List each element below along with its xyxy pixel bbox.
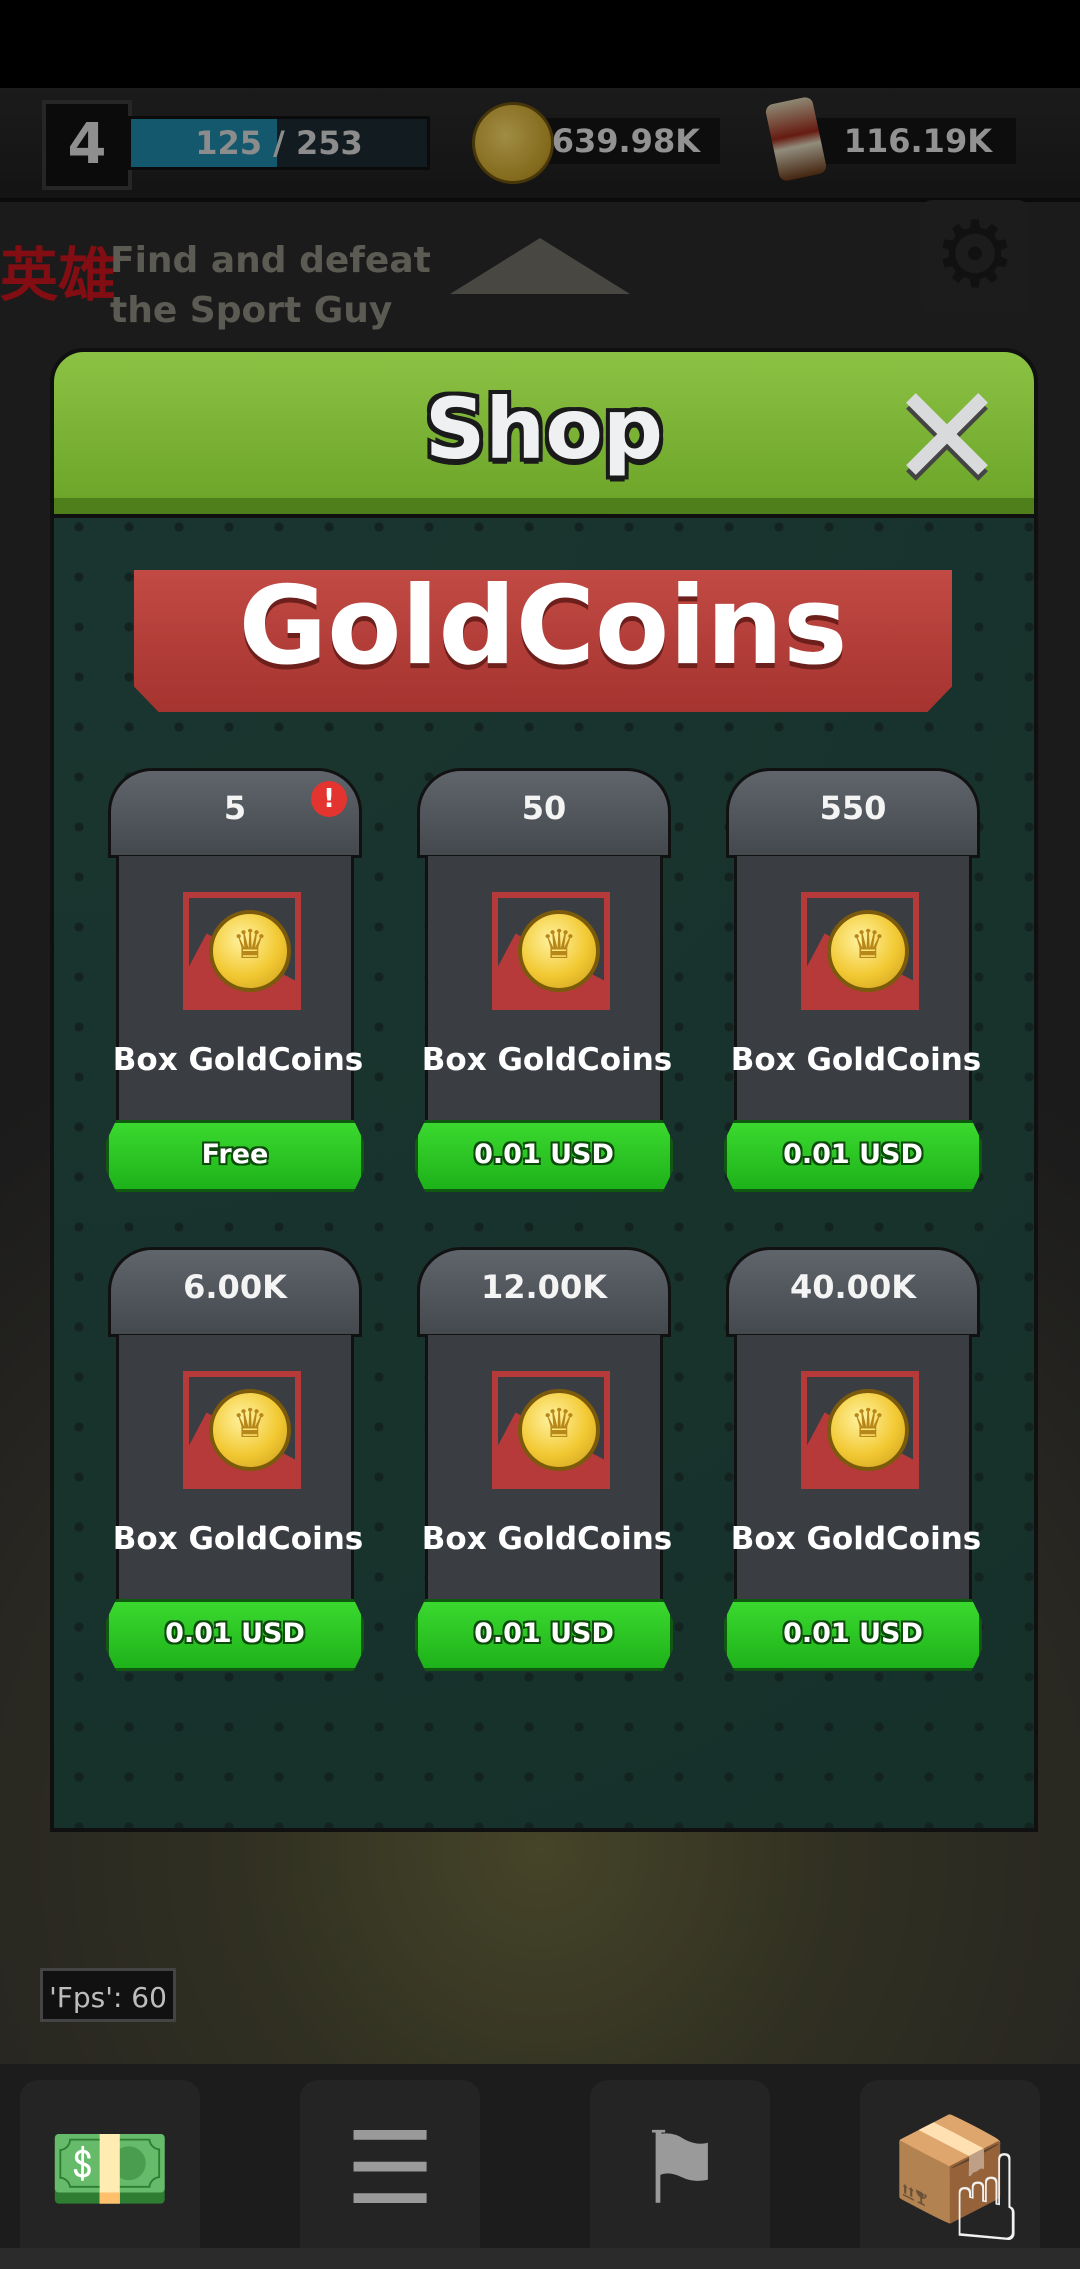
item-label: Box GoldCoins — [112, 1521, 364, 1557]
item-amount: 550 — [819, 789, 887, 827]
alert-badge: ! — [311, 781, 347, 817]
nav-tasks-button[interactable]: ☰ — [300, 2080, 480, 2248]
card-body: ♛ Box GoldCoins — [113, 1335, 363, 1617]
item-amount: 50 — [521, 789, 567, 827]
card-body: ♛ Box GoldCoins — [731, 1335, 981, 1617]
buy-button[interactable]: Free — [106, 1120, 364, 1192]
nav-money-button[interactable]: 💵 — [20, 2080, 200, 2248]
buy-button[interactable]: 0.01 USD — [415, 1120, 673, 1192]
gold-coin-icon: ♛ — [827, 1389, 909, 1471]
item-icon-frame: ♛ — [183, 892, 301, 1010]
card-header: 40.00K — [726, 1247, 980, 1337]
item-icon-frame: ♛ — [492, 892, 610, 1010]
shop-item-card: 550 ♛ Box GoldCoins 0.01 USD — [724, 768, 982, 1192]
shop-panel: Shop ✕ GoldCoins 5 ! ♛ Box GoldCoins Fre… — [50, 348, 1038, 1832]
item-amount: 12.00K — [480, 1268, 607, 1306]
card-body: ♛ Box GoldCoins — [422, 856, 672, 1138]
shop-item-card: 12.00K ♛ Box GoldCoins 0.01 USD — [415, 1247, 673, 1671]
buy-button[interactable]: 0.01 USD — [106, 1599, 364, 1671]
pointing-hand-icon: ☝ — [950, 2130, 1024, 2269]
item-label: Box GoldCoins — [421, 1521, 673, 1557]
buy-button[interactable]: 0.01 USD — [724, 1120, 982, 1192]
close-button[interactable]: ✕ — [882, 368, 1012, 508]
shop-item-card: 40.00K ♛ Box GoldCoins 0.01 USD — [724, 1247, 982, 1671]
card-header: 50 — [417, 768, 671, 858]
card-header: 6.00K — [108, 1247, 362, 1337]
buy-button[interactable]: 0.01 USD — [724, 1599, 982, 1671]
nav-flag-button[interactable]: ⚑ — [590, 2080, 770, 2248]
gold-coin-icon: ♛ — [827, 910, 909, 992]
card-header: 550 — [726, 768, 980, 858]
item-icon-frame: ♛ — [492, 1371, 610, 1489]
card-body: ♛ Box GoldCoins — [731, 856, 981, 1138]
item-label: Box GoldCoins — [730, 1042, 982, 1078]
shop-item-card: 6.00K ♛ Box GoldCoins 0.01 USD — [106, 1247, 364, 1671]
fps-counter: 'Fps': 60 — [40, 1968, 176, 2022]
shop-item-card: 5 ! ♛ Box GoldCoins Free — [106, 768, 364, 1192]
item-amount: 40.00K — [789, 1268, 916, 1306]
close-icon: ✕ — [888, 356, 1006, 519]
money-stack-icon: 💵 — [47, 2110, 173, 2227]
item-icon-frame: ♛ — [801, 1371, 919, 1489]
notepad-icon: ☰ — [345, 2110, 435, 2227]
gold-coin-icon: ♛ — [518, 1389, 600, 1471]
section-banner: GoldCoins — [134, 570, 952, 712]
card-body: ♛ Box GoldCoins — [422, 1335, 672, 1617]
item-icon-frame: ♛ — [183, 1371, 301, 1489]
item-label: Box GoldCoins — [730, 1521, 982, 1557]
item-amount: 6.00K — [183, 1268, 287, 1306]
card-header: 5 ! — [108, 768, 362, 858]
buy-button[interactable]: 0.01 USD — [415, 1599, 673, 1671]
gold-coin-icon: ♛ — [209, 910, 291, 992]
shop-header: Shop ✕ — [50, 348, 1038, 518]
gold-coin-icon: ♛ — [209, 1389, 291, 1471]
gold-coin-icon: ♛ — [518, 910, 600, 992]
item-label: Box GoldCoins — [421, 1042, 673, 1078]
item-label: Box GoldCoins — [112, 1042, 364, 1078]
item-icon-frame: ♛ — [801, 892, 919, 1010]
section-banner-text: GoldCoins — [238, 564, 848, 689]
card-body: ♛ Box GoldCoins — [113, 856, 363, 1138]
card-header: 12.00K — [417, 1247, 671, 1337]
flag-icon: ⚑ — [635, 2110, 725, 2227]
shop-item-card: 50 ♛ Box GoldCoins 0.01 USD — [415, 768, 673, 1192]
